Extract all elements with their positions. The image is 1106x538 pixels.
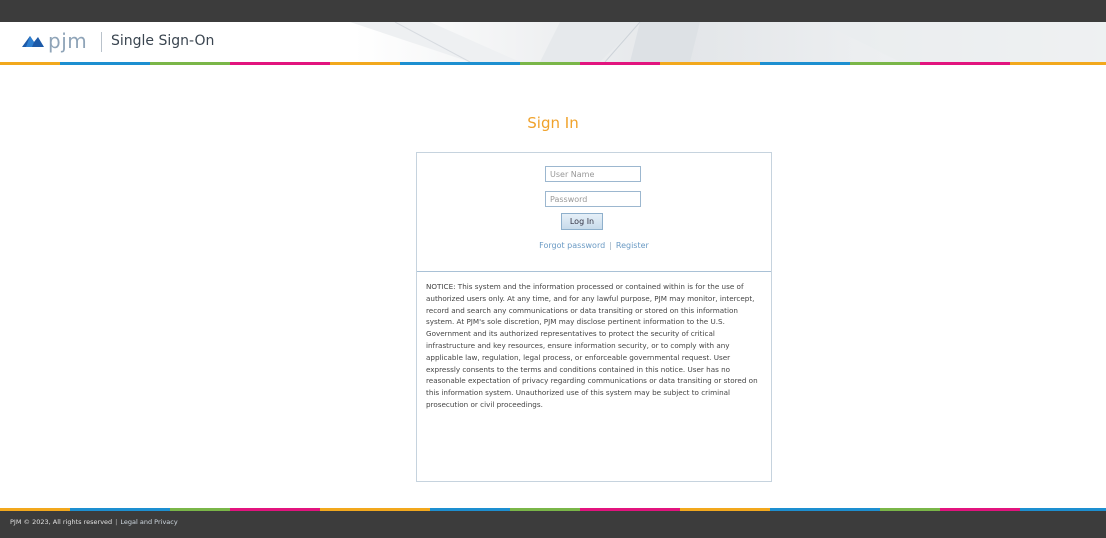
forgot-password-link[interactable]: Forgot password <box>539 241 605 250</box>
register-link[interactable]: Register <box>616 241 649 250</box>
legal-privacy-link[interactable]: Legal and Privacy <box>120 518 177 526</box>
security-notice: NOTICE: This system and the information … <box>426 282 758 409</box>
sign-in-title: Sign In <box>527 114 579 132</box>
site-footer: PJM © 2023, All rights reserved | Legal an… <box>0 511 1106 538</box>
pjm-logo[interactable]: pjm <box>20 29 90 53</box>
site-header: pjm Single Sign-On <box>0 22 1106 62</box>
link-separator: | <box>609 241 612 250</box>
log-in-button[interactable]: Log In <box>561 213 603 230</box>
password-input[interactable] <box>545 191 641 207</box>
sign-in-panel: Log In Forgot password | Register NOTICE: … <box>416 152 772 482</box>
top-bar <box>0 0 1106 22</box>
username-input[interactable] <box>545 166 641 182</box>
login-form: Log In Forgot password | Register <box>417 153 771 272</box>
logo-text: pjm <box>48 29 88 53</box>
color-stripe-top <box>0 62 1106 65</box>
footer-text: PJM © 2023, All rights reserved | Legal an… <box>10 518 178 526</box>
header-divider <box>101 32 102 52</box>
footer-separator: | <box>115 518 118 526</box>
app-title: Single Sign-On <box>111 33 215 49</box>
pjm-logo-icon <box>22 36 44 47</box>
account-links: Forgot password | Register <box>417 241 771 250</box>
copyright-text: PJM © 2023, All rights reserved <box>10 518 113 526</box>
